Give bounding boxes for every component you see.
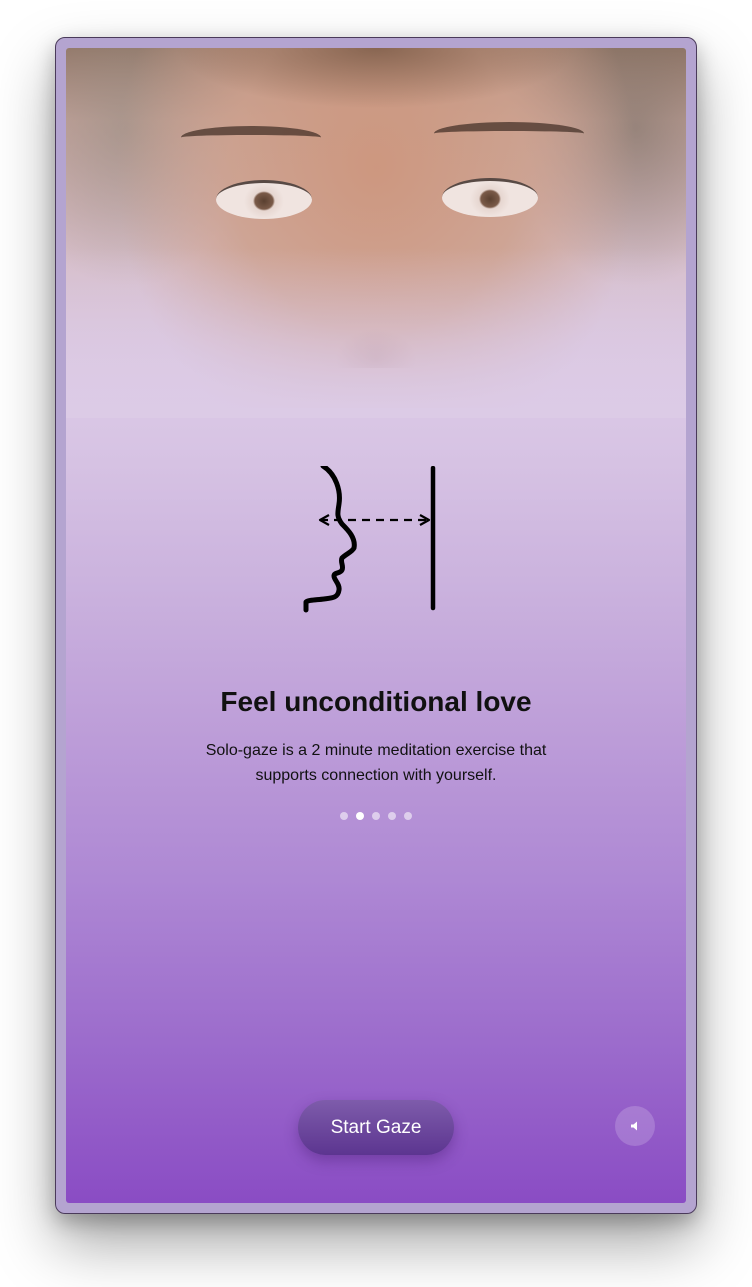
left-eye <box>216 180 312 219</box>
start-gaze-label: Start Gaze <box>330 1116 422 1138</box>
page-dot-5[interactable] <box>404 812 412 820</box>
left-eyebrow <box>181 126 321 149</box>
page-dot-3[interactable] <box>372 812 380 820</box>
right-eyebrow <box>434 122 584 145</box>
face-profile-outline <box>303 466 357 613</box>
page-indicator <box>66 812 686 820</box>
speaker-muted-icon <box>631 1121 637 1131</box>
page-dot-1[interactable] <box>340 812 348 820</box>
page-description: Solo-gaze is a 2 minute meditation exerc… <box>205 742 547 784</box>
app-window: Feel unconditional love Solo-gaze is a 2… <box>55 37 697 1214</box>
start-gaze-button[interactable]: Start Gaze <box>298 1100 454 1155</box>
page-title: Feel unconditional love <box>220 686 532 717</box>
page-dot-2-active[interactable] <box>356 812 364 820</box>
face-background-photo <box>66 48 686 418</box>
sound-toggle-button[interactable] <box>615 1106 655 1146</box>
onboarding-screen: Feel unconditional love Solo-gaze is a 2… <box>66 48 686 1203</box>
face-profile-gazing-at-mirror-icon <box>303 466 436 613</box>
hair-shading <box>66 48 686 138</box>
page-dot-4[interactable] <box>388 812 396 820</box>
right-eye <box>442 178 538 217</box>
photo-fade-overlay <box>66 248 686 418</box>
